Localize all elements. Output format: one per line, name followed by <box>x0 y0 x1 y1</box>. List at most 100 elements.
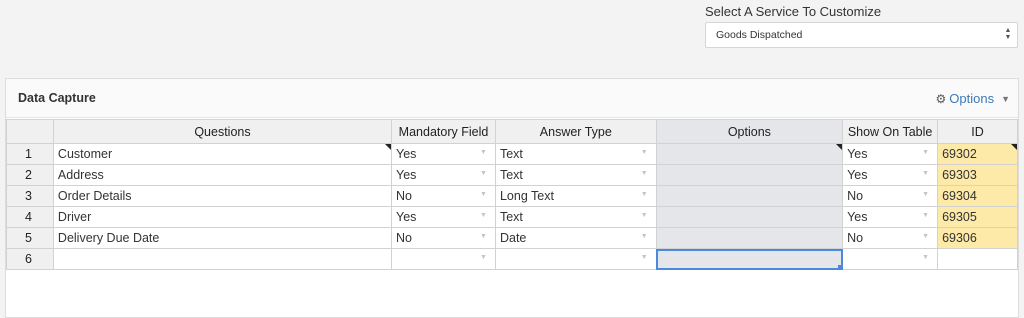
answer-type-cell[interactable]: ▼ <box>494 248 657 270</box>
table-row: 2 Address Yes ▼ Text ▼ Yes ▼ 69303 <box>6 164 1018 186</box>
dropdown-arrow-icon[interactable]: ▼ <box>641 254 648 261</box>
comment-marker <box>836 144 842 150</box>
dropdown-arrow-icon[interactable]: ▼ <box>641 233 648 240</box>
answer-type-cell[interactable]: Text ▼ <box>494 143 657 165</box>
answer-type-text: Text <box>499 210 523 224</box>
id-cell: 69304 <box>937 185 1018 207</box>
mandatory-cell[interactable]: No ▼ <box>391 185 496 207</box>
comment-marker <box>385 144 391 150</box>
dropdown-arrow-icon[interactable]: ▼ <box>641 191 648 198</box>
dropdown-arrow-icon[interactable]: ▼ <box>922 233 929 240</box>
question-text: Delivery Due Date <box>57 231 160 245</box>
row-number: 1 <box>6 143 54 165</box>
question-cell[interactable]: Driver <box>52 206 393 228</box>
header-id[interactable]: ID <box>937 119 1018 144</box>
table-row: 3 Order Details No ▼ Long Text ▼ No ▼ 69304 <box>6 185 1018 207</box>
dropdown-arrow-icon[interactable]: ▼ <box>922 170 929 177</box>
show-on-table-text: No <box>847 189 864 203</box>
id-cell: 69303 <box>937 164 1018 186</box>
mandatory-cell[interactable]: No ▼ <box>391 227 496 249</box>
question-text: Address <box>57 168 104 182</box>
dropdown-arrow-icon[interactable]: ▼ <box>922 191 929 198</box>
dropdown-arrow-icon[interactable]: ▼ <box>480 170 487 177</box>
caret-down-icon: ▼ <box>1001 93 1010 104</box>
mandatory-text: Yes <box>396 210 417 224</box>
dropdown-arrow-icon[interactable]: ▼ <box>922 212 929 219</box>
header-mandatory-field[interactable]: Mandatory Field <box>391 119 496 144</box>
show-on-table-cell[interactable]: No ▼ <box>842 185 939 207</box>
options-cell[interactable] <box>655 248 844 270</box>
dropdown-arrow-icon[interactable]: ▼ <box>480 191 487 198</box>
answer-type-text: Long Text <box>499 189 554 203</box>
options-cell[interactable] <box>655 164 844 186</box>
options-button[interactable]: ⚙ Options ▼ <box>936 91 1011 106</box>
panel-header: Data Capture ⚙ Options ▼ <box>6 79 1018 118</box>
dropdown-arrow-icon[interactable]: ▼ <box>641 170 648 177</box>
show-on-table-cell[interactable]: ▼ <box>842 248 939 270</box>
question-cell[interactable] <box>52 248 393 270</box>
dropdown-arrow-icon[interactable]: ▼ <box>480 233 487 240</box>
dropdown-arrow-icon[interactable]: ▼ <box>641 149 648 156</box>
service-select[interactable]: Goods Dispatched ▲ ▼ <box>705 22 1018 48</box>
answer-type-text: Text <box>499 168 523 182</box>
question-cell[interactable]: Delivery Due Date <box>52 227 393 249</box>
row-number: 6 <box>6 248 54 270</box>
question-cell[interactable]: Address <box>52 164 393 186</box>
dropdown-arrow-icon[interactable]: ▼ <box>480 212 487 219</box>
service-select-value: Goods Dispatched <box>716 29 803 41</box>
data-capture-panel: Data Capture ⚙ Options ▼ Questions Manda… <box>5 78 1019 318</box>
show-on-table-cell[interactable]: Yes ▼ <box>842 143 939 165</box>
dropdown-arrow-icon[interactable]: ▼ <box>480 149 487 156</box>
show-on-table-text: No <box>847 231 864 245</box>
header-answer-type[interactable]: Answer Type <box>494 119 657 144</box>
dropdown-arrow-icon[interactable]: ▼ <box>922 254 929 261</box>
options-cell[interactable] <box>655 227 844 249</box>
mandatory-text: Yes <box>396 147 417 161</box>
mandatory-cell[interactable]: Yes ▼ <box>391 206 496 228</box>
mandatory-text: No <box>396 231 412 245</box>
table-row: 5 Delivery Due Date No ▼ Date ▼ No ▼ 69306 <box>6 227 1018 249</box>
answer-type-cell[interactable]: Long Text ▼ <box>494 185 657 207</box>
answer-type-text: Date <box>499 231 527 245</box>
row-number: 5 <box>6 227 54 249</box>
row-number: 4 <box>6 206 54 228</box>
grid-header-row: Questions Mandatory Field Answer Type Op… <box>6 119 1018 144</box>
show-on-table-text: Yes <box>847 168 868 182</box>
show-on-table-cell[interactable]: Yes ▼ <box>842 164 939 186</box>
id-text: 69306 <box>942 231 977 245</box>
id-text: 69302 <box>942 147 977 161</box>
header-show-on-table[interactable]: Show On Table <box>842 119 939 144</box>
mandatory-cell[interactable]: ▼ <box>391 248 496 270</box>
question-text: Customer <box>57 147 113 161</box>
show-on-table-cell[interactable]: Yes ▼ <box>842 206 939 228</box>
id-cell: 69302 <box>937 143 1018 165</box>
dropdown-arrow-icon[interactable]: ▼ <box>641 212 648 219</box>
id-cell <box>937 248 1018 270</box>
options-cell[interactable] <box>655 143 844 165</box>
question-cell[interactable]: Order Details <box>52 185 393 207</box>
row-number: 2 <box>6 164 54 186</box>
mandatory-text: No <box>396 189 412 203</box>
header-options[interactable]: Options <box>655 119 844 144</box>
options-label: Options <box>949 91 995 106</box>
options-cell[interactable] <box>655 206 844 228</box>
id-cell: 69306 <box>937 227 1018 249</box>
show-on-table-text: Yes <box>847 147 868 161</box>
id-cell: 69305 <box>937 206 1018 228</box>
dropdown-arrow-icon[interactable]: ▼ <box>480 254 487 261</box>
table-row: 1 Customer Yes ▼ Text ▼ Yes ▼ 69302 <box>6 143 1018 165</box>
question-cell[interactable]: Customer <box>52 143 393 165</box>
answer-type-cell[interactable]: Text ▼ <box>494 206 657 228</box>
answer-type-cell[interactable]: Date ▼ <box>494 227 657 249</box>
show-on-table-cell[interactable]: No ▼ <box>842 227 939 249</box>
gear-icon: ⚙ <box>935 91 947 106</box>
header-rownum <box>6 119 54 144</box>
options-cell[interactable] <box>655 185 844 207</box>
mandatory-cell[interactable]: Yes ▼ <box>391 143 496 165</box>
question-text: Driver <box>57 210 92 224</box>
id-text: 69303 <box>942 168 977 182</box>
dropdown-arrow-icon[interactable]: ▼ <box>922 149 929 156</box>
header-questions[interactable]: Questions <box>52 119 393 144</box>
answer-type-cell[interactable]: Text ▼ <box>494 164 657 186</box>
mandatory-cell[interactable]: Yes ▼ <box>391 164 496 186</box>
